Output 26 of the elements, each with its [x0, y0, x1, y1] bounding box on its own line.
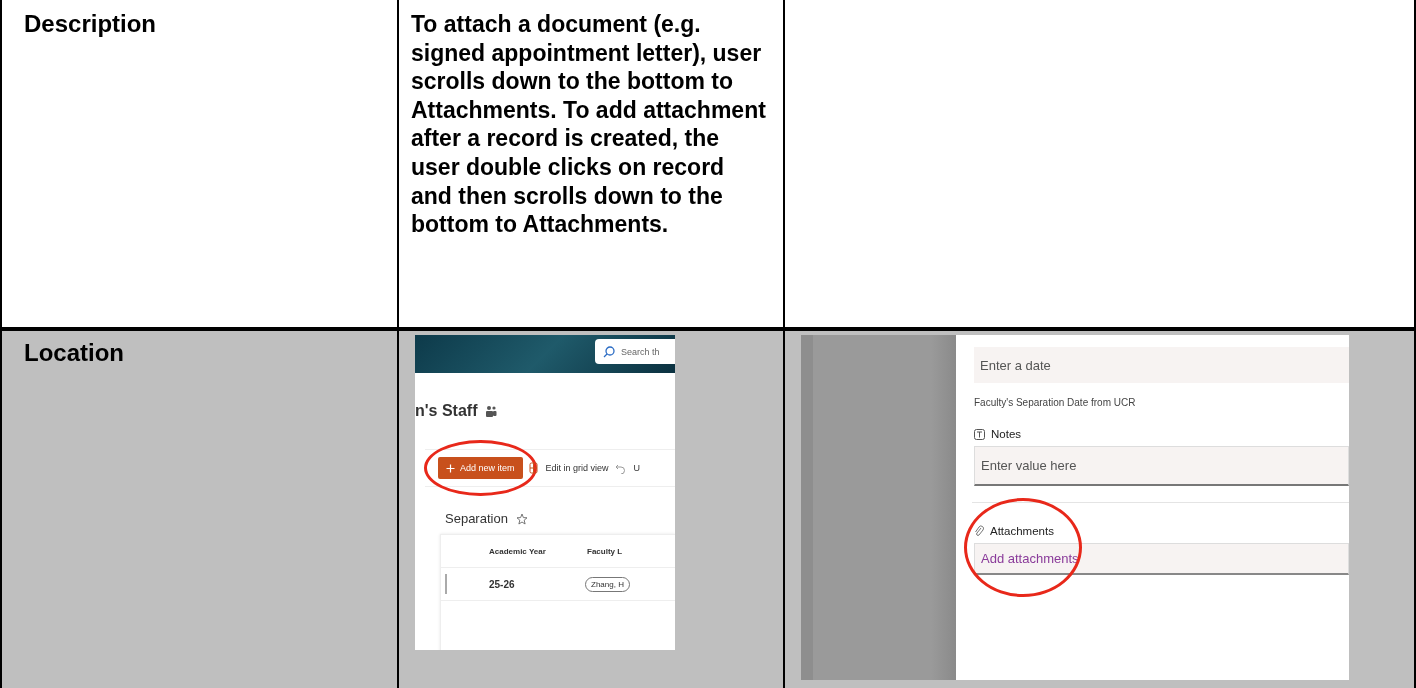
column-header[interactable]: Academic Year — [489, 546, 587, 556]
text-field-icon — [974, 428, 985, 440]
add-attachments-button[interactable]: Add attachments — [974, 543, 1349, 575]
date-field[interactable]: Enter a date — [974, 347, 1349, 383]
row-label: Location — [24, 339, 125, 368]
toolbar-button[interactable]: U — [614, 462, 641, 474]
people-icon — [485, 405, 498, 417]
toolbar-button[interactable]: Edit in grid view — [528, 462, 609, 474]
table-cell-text: 25-26 — [489, 578, 516, 590]
field-description: Faculty's Separation Date from UCR — [974, 397, 1137, 408]
plus-icon — [446, 463, 455, 473]
search-field[interactable]: Search th — [595, 339, 675, 364]
list-row[interactable]: 25-26 Zhang, H — [441, 568, 675, 601]
list-title: Separation — [445, 511, 508, 526]
description-text: To attach a document (e.g. signed appointment letter), user scrolls down to the bottom to Attachments. To add attachment after a record is created, the user double clicks on record and then scrolls down to the bottom to Attachments. — [411, 10, 767, 239]
add-button[interactable]: Add new item — [438, 457, 523, 479]
field-label: Attachments — [990, 525, 1054, 537]
row-label: Description — [24, 10, 158, 39]
site-title: n's Staff — [415, 402, 478, 420]
star-icon — [515, 512, 528, 525]
text-field[interactable]: Enter value here — [974, 446, 1349, 486]
undo-icon — [614, 462, 626, 474]
field-label: Notes — [991, 428, 1022, 440]
grid-icon — [528, 462, 538, 474]
paperclip-icon — [974, 525, 984, 537]
column-header[interactable]: Faculty L — [587, 546, 623, 556]
